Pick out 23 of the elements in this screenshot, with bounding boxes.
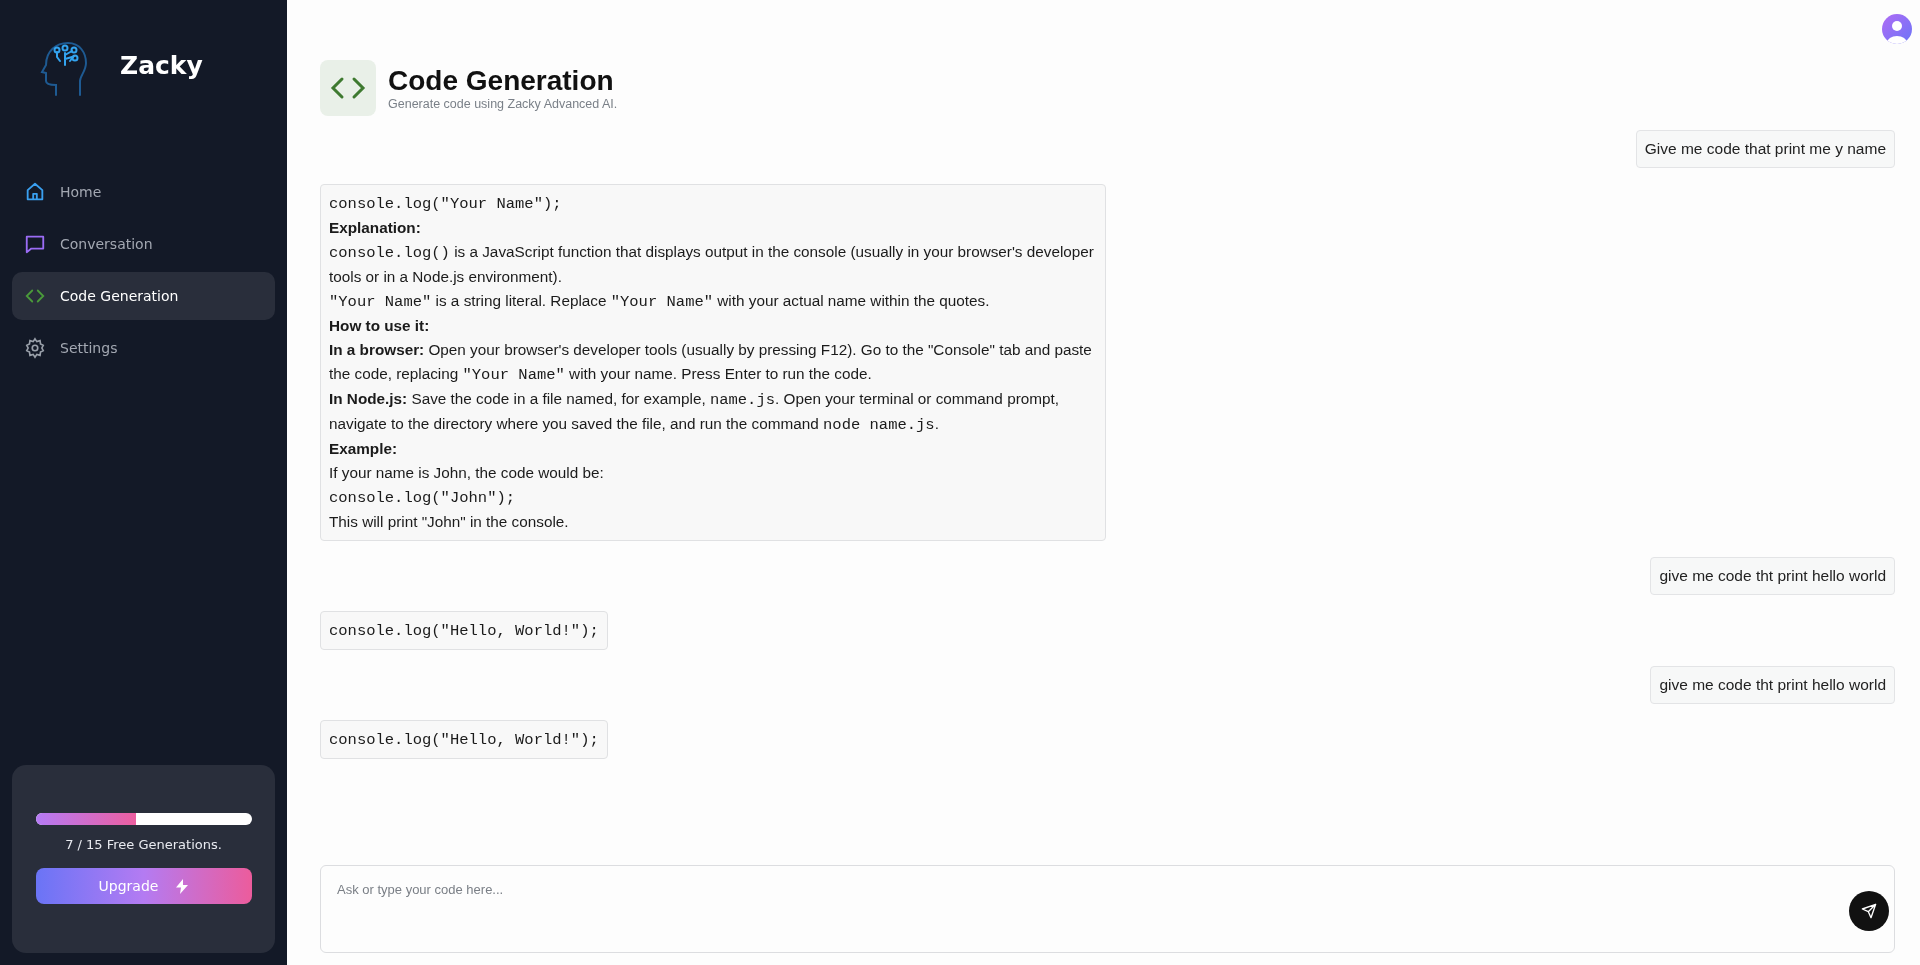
- page-subtitle: Generate code using Zacky Advanced AI.: [388, 97, 618, 111]
- send-button[interactable]: [1849, 891, 1889, 931]
- brand-name: Zacky: [120, 50, 203, 80]
- sidebar-item[interactable]: Conversation: [12, 220, 275, 268]
- sidebar-item[interactable]: Settings: [12, 324, 275, 372]
- ai-response: console.log("Your Name"); Explanation: console.log() is a JavaScript function that displays output in the console (usually in your browser's developer tools or in a Node.js environment). "Your Name" is a string literal. Replace "Your Name" with your actual name within the quotes. How to use it: In a browser: Open your browser's developer tools (usually by pressing F12). Go to the "Console" tab and paste the code, replacing "Your Name" with your name. Press Enter to run the code. In Node.js: Save the code in a file named, for example, name.js. Open your terminal or command prompt, navigate to the directory where you saved the file, and run the command node name.js. Example: If your name is John, the code would be: console.log("John"); This will print "John" in the console.: [320, 184, 1106, 541]
- user-message: give me code tht print hello world: [1650, 666, 1895, 704]
- lightning-icon: [176, 878, 189, 894]
- home-icon: [24, 181, 46, 203]
- sidebar-item[interactable]: Home: [12, 168, 275, 216]
- send-icon: [1861, 903, 1877, 919]
- sidebar-item[interactable]: Code Generation: [12, 272, 275, 320]
- user-message: Give me code that print me y name: [1635, 130, 1895, 168]
- ai-response: console.log("Hello, World!");: [320, 611, 608, 650]
- settings-icon: [24, 337, 46, 359]
- chat-icon: [24, 233, 46, 255]
- ai-response: console.log("Hello, World!");: [320, 720, 608, 759]
- user-message: give me code tht print hello world: [1650, 557, 1895, 595]
- prompt-field[interactable]: Ask or type your code here...: [320, 865, 1895, 953]
- code-icon: [320, 60, 376, 116]
- avatar-icon[interactable]: [1882, 14, 1912, 44]
- usage-text: 7 / 15 Free Generations.: [65, 837, 222, 852]
- page-title: Code Generation: [388, 65, 615, 97]
